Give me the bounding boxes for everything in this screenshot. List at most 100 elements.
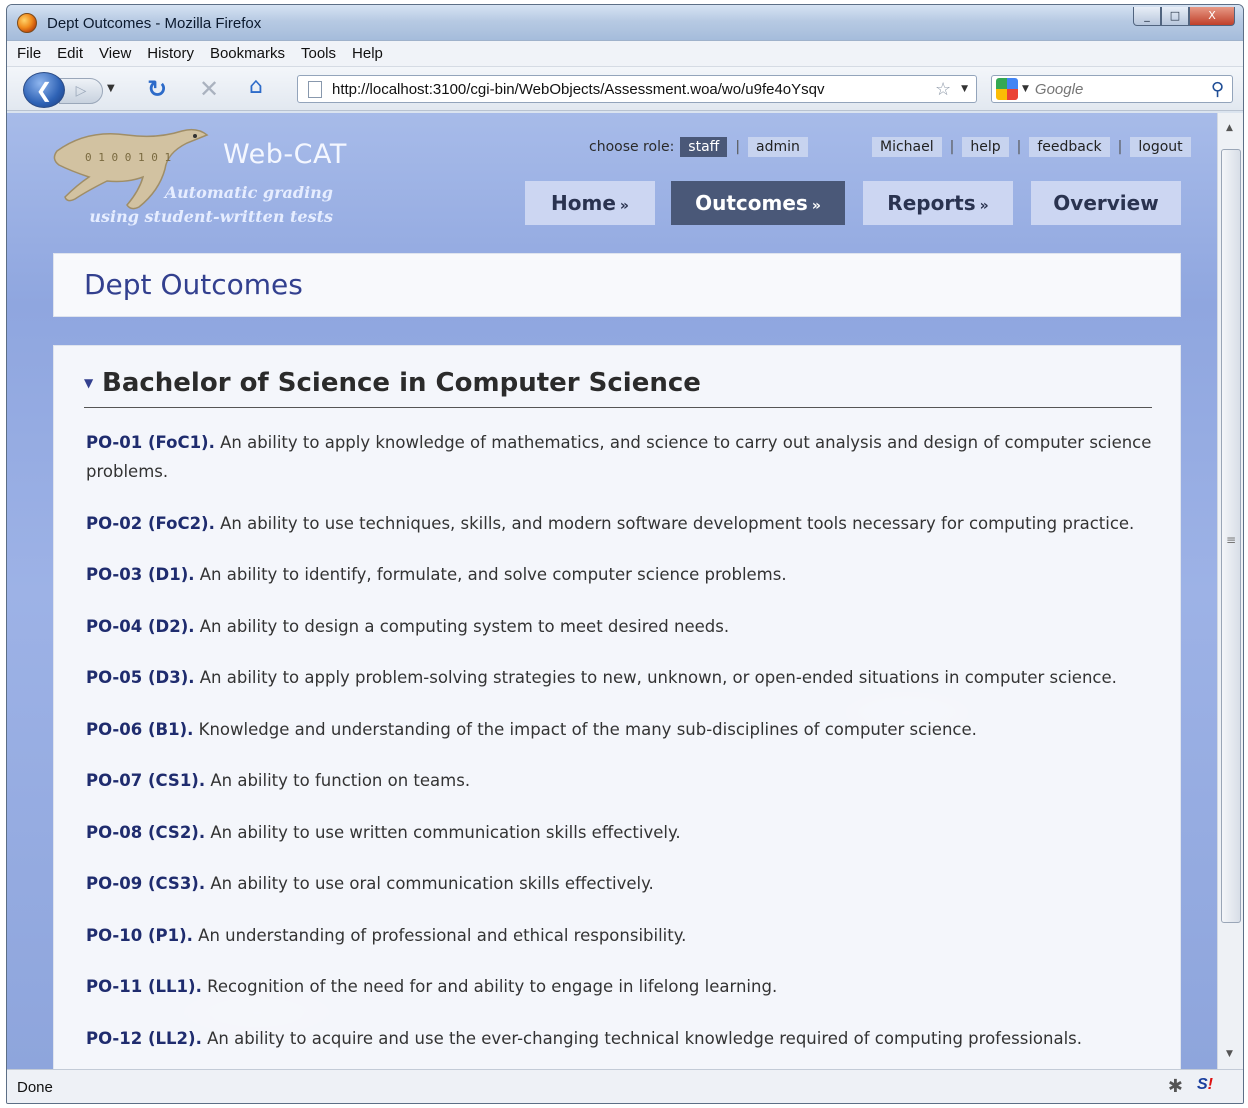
url-bar[interactable]: http://localhost:3100/cgi-bin/WebObjects…	[297, 75, 977, 103]
outcome-item: PO-03 (D1). An ability to identify, form…	[86, 560, 1166, 589]
maximize-button[interactable]: □	[1161, 7, 1189, 26]
outcome-item: PO-02 (FoC2). An ability to use techniqu…	[86, 509, 1166, 538]
search-engine-dropdown-icon[interactable]: ▼	[1022, 84, 1029, 94]
tab-home-arrow: »	[619, 198, 629, 214]
tab-outcomes[interactable]: Outcomes»	[671, 181, 845, 225]
outcome-code: PO-01 (FoC1).	[86, 433, 215, 452]
divider: |	[949, 139, 955, 155]
outcome-description: An ability to use techniques, skills, an…	[220, 513, 1135, 533]
outcome-description: An ability to use written communication …	[210, 822, 681, 842]
role-selector: choose role: staff | admin	[589, 137, 808, 157]
brand-name[interactable]: Web-CAT	[223, 139, 347, 170]
window-controls: _ □ X	[1133, 7, 1235, 26]
role-admin[interactable]: admin	[748, 137, 808, 157]
stop-icon[interactable]: ✕	[199, 75, 219, 103]
divider: |	[1117, 139, 1123, 155]
reload-icon[interactable]: ↻	[147, 75, 167, 103]
outcome-item: PO-04 (D2). An ability to design a compu…	[86, 612, 1166, 641]
history-dropdown-icon[interactable]: ▼	[107, 83, 115, 94]
menu-tools[interactable]: Tools	[301, 45, 336, 62]
outcome-description: An understanding of professional and eth…	[198, 925, 687, 945]
user-link-michael[interactable]: Michael	[872, 137, 942, 157]
outcome-code: PO-07 (CS1).	[86, 771, 206, 790]
outcome-code: PO-06 (B1).	[86, 719, 194, 739]
search-input[interactable]	[1034, 80, 1211, 98]
tab-overview-label: Overview	[1053, 191, 1159, 215]
url-dropdown-icon[interactable]: ▼	[961, 84, 968, 94]
outcome-description: An ability to design a computing system …	[199, 616, 730, 636]
menu-history[interactable]: History	[147, 45, 194, 62]
firebug-icon[interactable]: ✱	[1168, 1076, 1183, 1097]
user-links: Michael | help | feedback | logout	[872, 137, 1191, 157]
outcome-item: PO-06 (B1). Knowledge and understanding …	[86, 715, 1166, 744]
scroll-down-arrow-icon[interactable]: ▼	[1226, 1049, 1233, 1059]
logout-link[interactable]: logout	[1130, 137, 1191, 157]
menu-help[interactable]: Help	[352, 45, 383, 62]
tab-reports-arrow: »	[979, 198, 989, 214]
tab-overview[interactable]: Overview	[1031, 181, 1181, 225]
firefox-icon	[17, 13, 37, 33]
search-icon[interactable]: ⚲	[1211, 79, 1224, 100]
status-text: Done	[17, 1079, 53, 1096]
tagline: Automatic grading using student-written …	[31, 181, 333, 229]
help-link[interactable]: help	[962, 137, 1009, 157]
section-title: Bachelor of Science in Computer Science	[102, 368, 701, 398]
outcome-code: PO-08 (CS2).	[86, 822, 206, 842]
bookmark-star-icon[interactable]: ☆	[935, 79, 951, 100]
back-button[interactable]: ❮	[23, 72, 65, 108]
forward-button[interactable]: ▷	[59, 78, 103, 104]
role-staff[interactable]: staff	[680, 137, 728, 157]
outcome-item: PO-08 (CS2). An ability to use written c…	[86, 818, 1166, 847]
url-text[interactable]: http://localhost:3100/cgi-bin/WebObjects…	[332, 81, 935, 98]
vertical-scrollbar[interactable]: ▲ ≡ ▼	[1217, 113, 1243, 1069]
page-icon	[308, 80, 322, 98]
menu-edit[interactable]: Edit	[57, 45, 83, 62]
outcome-item: PO-11 (LL1). Recognition of the need for…	[86, 972, 1166, 1001]
window-title: Dept Outcomes - Mozilla Firefox	[47, 15, 262, 32]
outcome-item: PO-01 (FoC1). An ability to apply knowle…	[86, 428, 1166, 486]
close-button[interactable]: X	[1189, 7, 1235, 26]
outcomes-panel: ▼ Bachelor of Science in Computer Scienc…	[53, 345, 1181, 1069]
minimize-button[interactable]: _	[1133, 7, 1161, 26]
outcome-description: An ability to identify, formulate, and s…	[199, 565, 787, 584]
outcome-description: An ability to function on teams.	[210, 771, 471, 790]
outcome-description: An ability to apply knowledge of mathema…	[86, 433, 1152, 481]
outcome-code: PO-09 (CS3).	[86, 874, 206, 893]
outcome-code: PO-02 (FoC2).	[86, 513, 215, 533]
menu-file[interactable]: File	[17, 45, 41, 62]
tagline-line-1: Automatic grading	[164, 183, 333, 202]
tab-home[interactable]: Home»	[525, 181, 655, 225]
scroll-up-arrow-icon[interactable]: ▲	[1226, 123, 1233, 133]
navigation-toolbar: ▷ ❮ ▼ ↻ ✕ ⌂ http://localhost:3100/cgi-bi…	[7, 67, 1243, 111]
search-bar: ▼ ⚲	[991, 75, 1233, 103]
outcome-item: PO-05 (D3). An ability to apply problem-…	[86, 663, 1166, 692]
collapse-triangle-icon[interactable]: ▼	[84, 376, 93, 390]
outcome-description: Recognition of the need for and ability …	[207, 977, 778, 996]
outcome-description: An ability to acquire and use the ever-c…	[207, 1028, 1082, 1048]
search-engine-icon[interactable]	[996, 78, 1018, 100]
outcome-code: PO-05 (D3).	[86, 668, 195, 687]
title-bar: Dept Outcomes - Mozilla Firefox _ □ X	[7, 5, 1243, 41]
addon-s-icon[interactable]: S!	[1197, 1076, 1219, 1096]
outcome-item: PO-09 (CS3). An ability to use oral comm…	[86, 869, 1166, 898]
outcome-list: PO-01 (FoC1). An ability to apply knowle…	[86, 428, 1166, 1069]
tab-reports-label: Reports	[887, 191, 976, 215]
outcome-item: PO-12 (LL2). An ability to acquire and u…	[86, 1024, 1166, 1053]
tab-outcomes-arrow: »	[811, 198, 821, 214]
outcome-description: An ability to apply problem-solving stra…	[199, 668, 1117, 687]
outcome-description: An ability to use oral communication ski…	[210, 874, 654, 893]
divider: |	[735, 139, 741, 155]
tab-reports[interactable]: Reports»	[863, 181, 1013, 225]
feedback-link[interactable]: feedback	[1029, 137, 1110, 157]
page-viewport: 0 1 0 0 1 0 1 Web-CAT Automatic grading …	[7, 113, 1217, 1069]
browser-window: Dept Outcomes - Mozilla Firefox _ □ X Fi…	[6, 4, 1244, 1104]
menu-view[interactable]: View	[99, 45, 131, 62]
tab-outcomes-label: Outcomes	[695, 191, 808, 215]
menu-bookmarks[interactable]: Bookmarks	[210, 45, 285, 62]
home-icon[interactable]: ⌂	[249, 74, 263, 99]
status-bar: Done ✱ S!	[7, 1069, 1243, 1103]
outcome-code: PO-11 (LL1).	[86, 977, 202, 996]
outcome-code: PO-03 (D1).	[86, 565, 195, 584]
section-header[interactable]: ▼ Bachelor of Science in Computer Scienc…	[84, 366, 1152, 408]
outcome-code: PO-10 (P1).	[86, 925, 193, 945]
